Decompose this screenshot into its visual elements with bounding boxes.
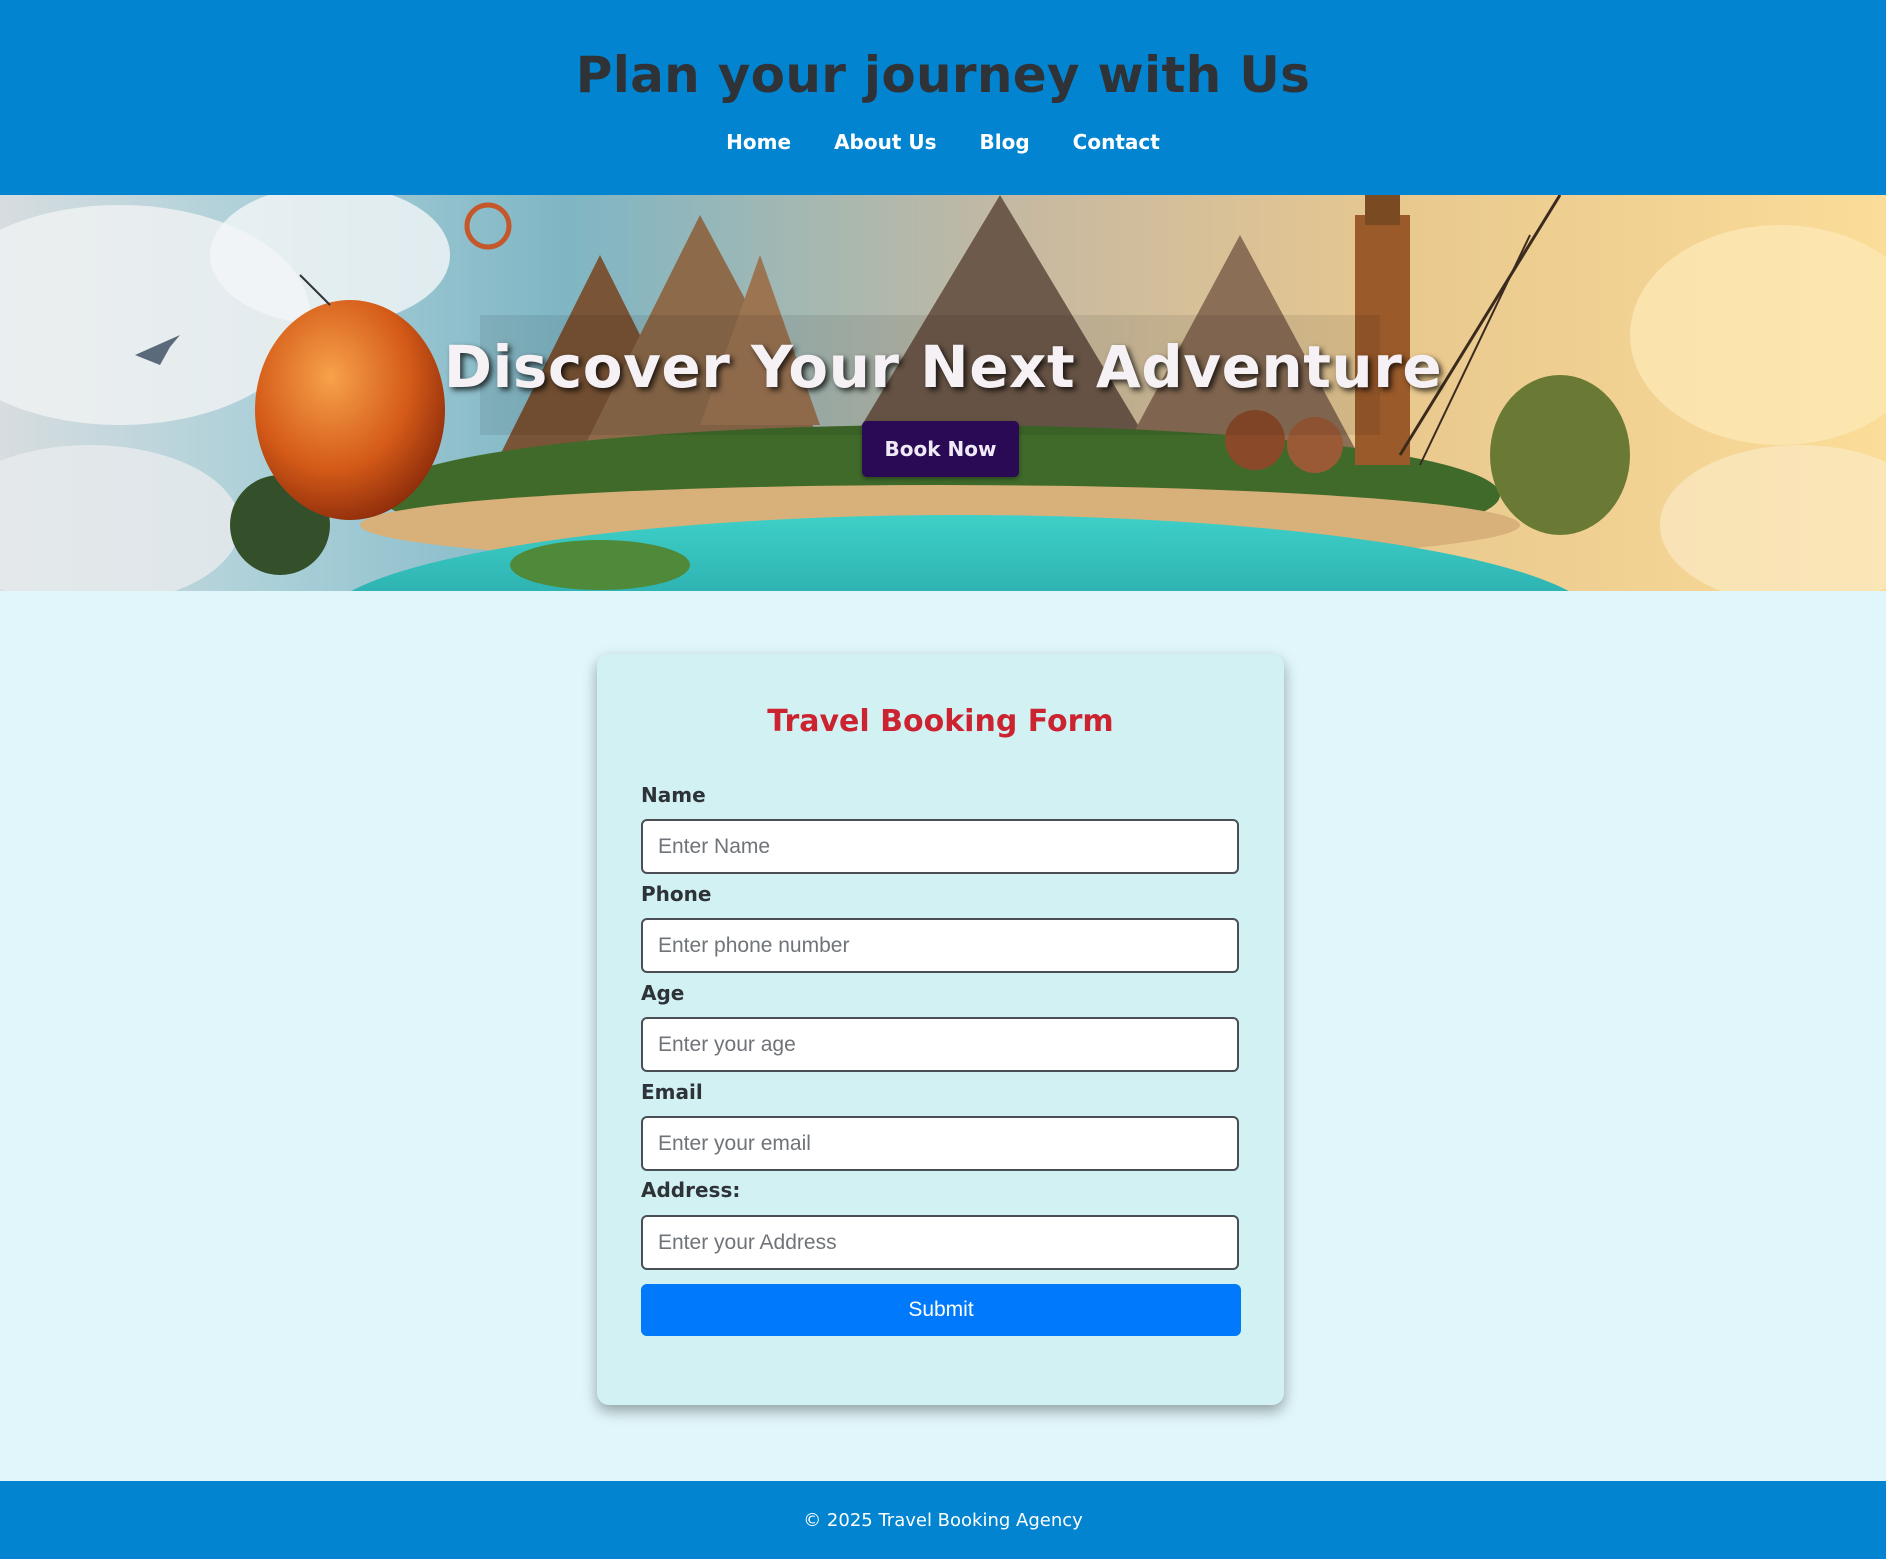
email-label: Email [641, 1080, 703, 1104]
nav-link-home[interactable]: Home [726, 126, 791, 158]
form-title: Travel Booking Form [767, 704, 1114, 739]
email-input[interactable] [641, 1116, 1239, 1171]
page: Plan your journey with Us Home About Us … [0, 0, 1886, 1559]
booking-form-card: Travel Booking Form Name Phone Age Email… [597, 654, 1284, 1405]
hero-title: Discover Your Next Adventure [443, 333, 1443, 401]
site-footer: © 2025 Travel Booking Agency [0, 1481, 1886, 1559]
main-nav: Home About Us Blog Contact [0, 126, 1886, 158]
nav-link-blog[interactable]: Blog [980, 126, 1030, 158]
book-now-button[interactable]: Book Now [862, 421, 1019, 477]
name-input[interactable] [641, 819, 1239, 874]
age-label: Age [641, 981, 685, 1005]
submit-button[interactable]: Submit [641, 1284, 1241, 1336]
site-header: Plan your journey with Us Home About Us … [0, 0, 1886, 195]
phone-input[interactable] [641, 918, 1239, 973]
footer-copyright: © 2025 Travel Booking Agency [803, 1510, 1083, 1531]
site-title: Plan your journey with Us [575, 46, 1311, 104]
address-input[interactable] [641, 1215, 1239, 1270]
phone-label: Phone [641, 882, 712, 906]
address-label: Address: [641, 1178, 741, 1202]
age-input[interactable] [641, 1017, 1239, 1072]
nav-link-contact[interactable]: Contact [1073, 126, 1160, 158]
name-label: Name [641, 783, 706, 807]
hero-banner: Discover Your Next Adventure Book Now [0, 195, 1886, 591]
nav-link-about-us[interactable]: About Us [834, 126, 936, 158]
